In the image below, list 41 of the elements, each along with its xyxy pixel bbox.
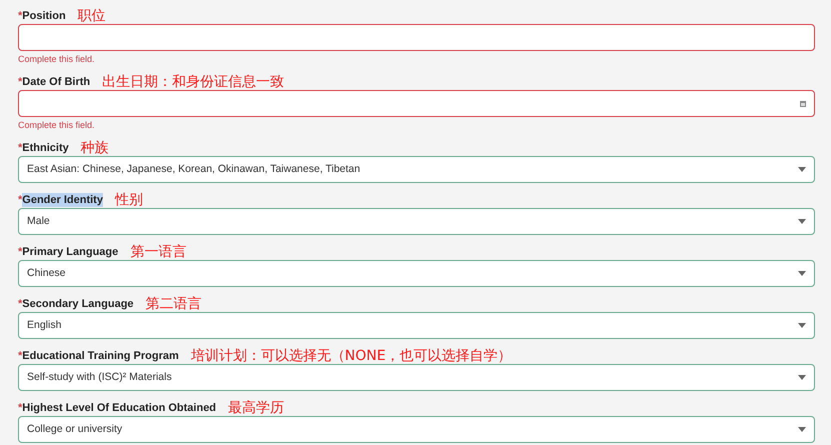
field-label: Highest Level Of Education Obtained [22,401,216,415]
annotation: 职位 [78,9,106,23]
select-field[interactable]: College or university [18,416,815,443]
required-mark: * [18,349,22,363]
field-label: Educational Training Program [22,349,179,363]
required-mark: * [18,245,22,259]
caret-icon [798,323,806,328]
required-mark: * [18,297,22,311]
annotation: 第二语言 [146,297,202,311]
field-label: Date Of Birth [22,75,90,89]
required-mark: * [18,401,22,415]
caret-icon [798,219,806,224]
select-field[interactable]: Self-study with (ISC)² Materials [18,364,815,391]
error-message: Complete this field. [18,53,96,65]
annotation: 性别 [114,193,143,207]
calendar-icon [800,100,806,106]
annotation: 最高学历 [228,401,284,415]
annotation: 培训计划：可以选择无（NONE，也可以选择自学） [190,349,512,363]
annotation: 第一语言 [130,245,186,259]
required-mark: * [18,141,22,155]
field-label: Primary Language [22,245,118,259]
required-mark: * [18,193,22,207]
select-field[interactable]: East Asian: Chinese, Japanese, Korean, Okinawan, Taiwanese, Tibetan [18,156,815,183]
date-field[interactable] [18,90,815,117]
field-label: Secondary Language [22,297,134,311]
input-field[interactable] [18,24,815,51]
required-mark: * [18,75,22,89]
caret-icon [798,375,806,380]
caret-icon [798,271,806,276]
caret-icon [798,427,806,432]
select-field[interactable]: Chinese [18,260,815,287]
field-label: Ethnicity [22,141,69,155]
annotation: 种族 [80,141,109,155]
field-label: Gender Identity [22,193,103,207]
required-mark: * [18,9,22,23]
caret-icon [798,167,806,172]
field-label: Position [22,9,66,23]
select-field[interactable]: English [18,312,815,339]
error-message: Complete this field. [18,119,96,131]
select-field[interactable]: Male [18,208,815,235]
annotation: 出生日期：和身份证信息一致 [102,75,284,89]
